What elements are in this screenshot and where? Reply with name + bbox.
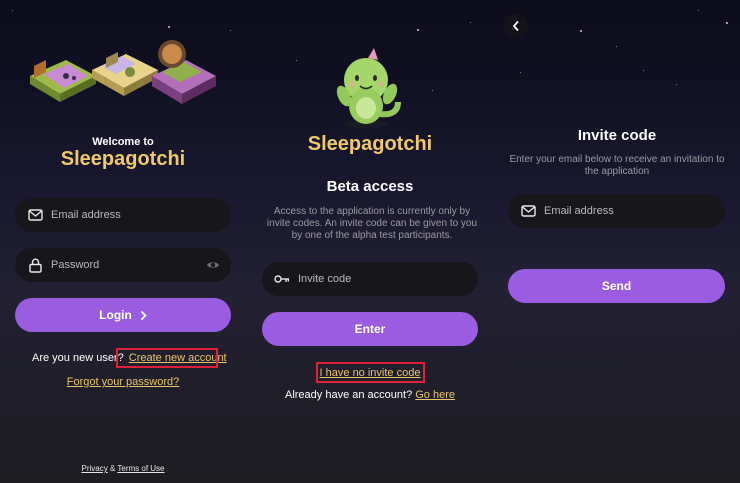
mascot-illustration <box>332 46 404 130</box>
back-button[interactable] <box>503 13 528 38</box>
beta-panel: Sleepagotchi Beta access Access to the a… <box>246 0 494 483</box>
send-button-label: Send <box>601 279 632 293</box>
have-account-row: Already have an account? Go here <box>246 389 494 401</box>
email-placeholder: Email address <box>51 209 121 221</box>
key-icon <box>274 271 290 287</box>
privacy-link[interactable]: Privacy <box>81 464 107 473</box>
forgot-password-link[interactable]: Forgot your password? <box>67 376 180 388</box>
highlight-box <box>116 348 218 368</box>
login-button-label: Login <box>99 308 132 322</box>
password-placeholder: Password <box>51 259 100 271</box>
page-title: Beta access <box>326 178 414 195</box>
legal-row: Privacy & Terms of Use <box>0 464 246 473</box>
highlight-box <box>316 362 425 383</box>
invite-description: Enter your email below to receive an inv… <box>509 154 725 177</box>
have-account-text: Already have an account? <box>284 389 413 401</box>
mail-icon <box>27 207 43 223</box>
bed-2 <box>92 52 158 96</box>
enter-button-label: Enter <box>354 322 386 336</box>
welcome-text: Welcome to <box>92 136 154 148</box>
invite-code-field[interactable]: Invite code <box>262 262 478 296</box>
app-name: Sleepagotchi <box>307 133 433 155</box>
lock-icon <box>27 257 43 273</box>
bed-3 <box>152 40 216 104</box>
chevron-right-icon <box>140 310 147 321</box>
beds-illustration <box>26 36 218 112</box>
and-text: & <box>109 464 116 473</box>
eye-icon[interactable] <box>206 258 220 275</box>
invite-panel: Invite code Enter your email below to re… <box>494 0 740 483</box>
email-field[interactable]: Email address <box>15 198 231 232</box>
password-field[interactable]: Password <box>15 248 231 282</box>
app-name: Sleepagotchi <box>60 148 186 170</box>
go-here-link[interactable]: Go here <box>415 389 455 401</box>
login-button[interactable]: Login <box>15 298 231 332</box>
back-arrow-icon <box>512 20 520 32</box>
page-title: Invite code <box>577 127 657 144</box>
mail-icon <box>520 203 536 219</box>
beta-description: Access to the application is currently o… <box>266 206 478 241</box>
send-button[interactable]: Send <box>508 269 725 303</box>
email-placeholder: Email address <box>544 205 614 217</box>
new-user-text: Are you new user? <box>32 352 124 364</box>
invite-code-placeholder: Invite code <box>298 273 352 285</box>
enter-button[interactable]: Enter <box>262 312 478 346</box>
terms-link[interactable]: Terms of Use <box>117 464 164 473</box>
email-field[interactable]: Email address <box>508 194 725 228</box>
bed-1 <box>30 60 96 102</box>
forgot-password-row: Forgot your password? <box>0 376 246 388</box>
login-panel: Welcome to Sleepagotchi Email address Pa… <box>0 0 246 483</box>
